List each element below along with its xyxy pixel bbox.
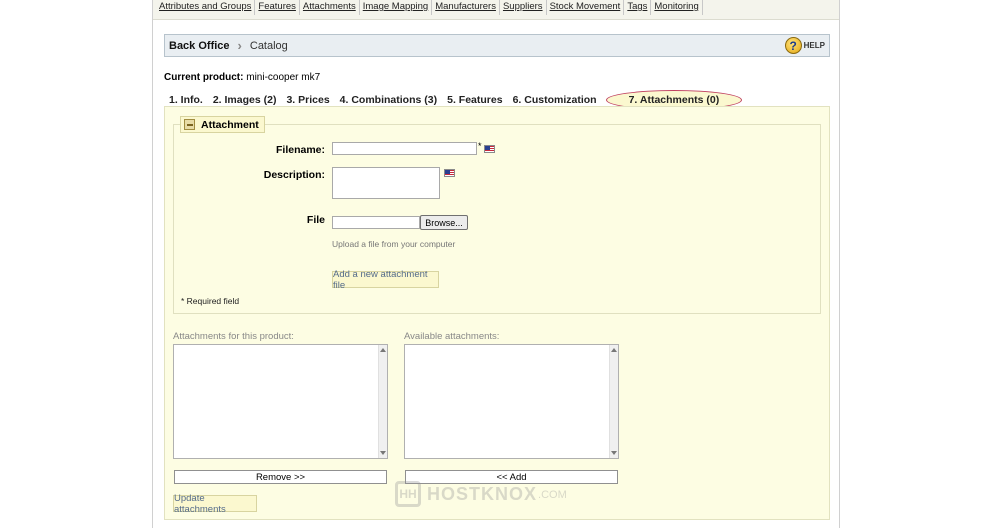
nav-features[interactable]: Features (255, 0, 300, 15)
attachment-legend: Attachment (180, 116, 265, 133)
chevron-right-icon: › (237, 38, 242, 53)
tab-customization[interactable]: 6. Customization (508, 94, 602, 106)
tab-info[interactable]: 1. Info. (164, 94, 208, 106)
scroll-up-icon[interactable] (380, 348, 386, 352)
scroll-down-icon[interactable] (380, 451, 386, 455)
nav-image-mapping[interactable]: Image Mapping (360, 0, 433, 15)
scroll-down-icon[interactable] (611, 451, 617, 455)
nav-attachments[interactable]: Attachments (300, 0, 360, 15)
nav-tags[interactable]: Tags (624, 0, 652, 15)
description-label: Description: (263, 169, 325, 181)
current-product-label: Current product: (164, 72, 244, 83)
watermark-logo: HH (395, 481, 421, 507)
us-flag-icon[interactable] (484, 145, 495, 153)
nav-monitoring[interactable]: Monitoring (651, 0, 703, 15)
tab-features[interactable]: 5. Features (442, 94, 507, 106)
description-textarea[interactable] (332, 167, 440, 199)
product-attachments-list[interactable] (173, 344, 388, 459)
watermark-suffix: .COM (538, 489, 567, 501)
file-path-input[interactable] (332, 216, 420, 229)
current-product: Current product: mini-cooper mk7 (164, 72, 320, 83)
product-attachments-label: Attachments for this product: (173, 331, 294, 342)
watermark: HH HOSTKNOX .COM (395, 480, 567, 508)
attachment-icon (184, 119, 195, 130)
update-attachments-button[interactable]: Update attachments (173, 493, 257, 515)
nav-manufacturers[interactable]: Manufacturers (432, 0, 500, 15)
tab-images[interactable]: 2. Images (2) (208, 94, 282, 106)
scrollbar[interactable] (609, 345, 618, 458)
scrollbar[interactable] (378, 345, 387, 458)
required-field-note: * Required field (181, 296, 240, 306)
help-icon: ? (784, 37, 802, 54)
us-flag-icon[interactable] (444, 169, 455, 177)
help-label: HELP (803, 41, 825, 50)
filename-input[interactable] (332, 142, 477, 155)
help-button[interactable]: ? HELP (784, 37, 825, 54)
breadcrumb-catalog: Catalog (249, 39, 288, 52)
nav-suppliers[interactable]: Suppliers (500, 0, 547, 15)
available-attachments-label: Available attachments: (404, 331, 500, 342)
scroll-up-icon[interactable] (611, 348, 617, 352)
filename-label: Filename: (275, 144, 325, 156)
remove-button[interactable]: Remove >> (174, 470, 387, 484)
tab-combinations[interactable]: 4. Combinations (3) (335, 94, 442, 106)
upload-hint: Upload a file from your computer (332, 239, 456, 249)
tab-prices[interactable]: 3. Prices (281, 94, 334, 106)
nav-stock-movement[interactable]: Stock Movement (547, 0, 625, 15)
breadcrumb: Back Office › Catalog ? HELP (164, 34, 830, 57)
breadcrumb-back-office[interactable]: Back Office (169, 40, 230, 52)
watermark-name: HOSTKNOX (427, 483, 538, 504)
catalog-subnav: Attributes and Groups Features Attachmen… (153, 0, 839, 20)
add-attachment-button[interactable]: Add a new attachment file (332, 269, 439, 291)
file-label: File (306, 214, 325, 226)
legend-label: Attachment (201, 118, 259, 131)
browse-button[interactable]: Browse... (420, 215, 468, 230)
required-mark: * (478, 141, 482, 151)
available-attachments-list[interactable] (404, 344, 619, 459)
current-product-name: mini-cooper mk7 (246, 72, 321, 83)
nav-attributes-groups[interactable]: Attributes and Groups (156, 0, 256, 15)
